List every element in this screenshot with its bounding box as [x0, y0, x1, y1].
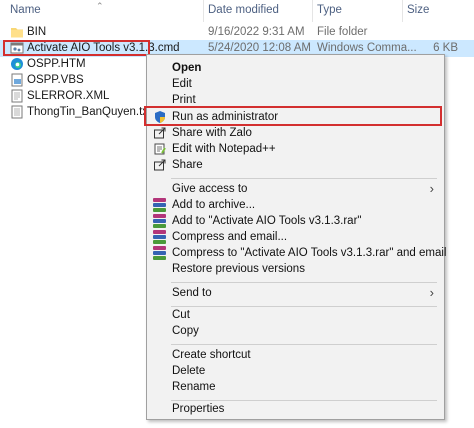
- column-divider[interactable]: [402, 0, 403, 22]
- file-name: SLERROR.XML: [27, 90, 110, 102]
- menu-item-label: Edit: [172, 78, 192, 90]
- file-name: BIN: [27, 26, 47, 38]
- notepad-plus-plus-icon: [154, 143, 166, 155]
- file-name: OSPP.HTM: [27, 58, 86, 70]
- file-date: 9/16/2022 9:31 AM: [208, 26, 305, 38]
- column-divider[interactable]: [312, 0, 313, 22]
- column-size[interactable]: Size: [407, 4, 429, 16]
- menu-item-label: Rename: [172, 381, 216, 393]
- menu-item-label: Properties: [172, 403, 225, 415]
- menu-item-label: Open: [172, 62, 202, 74]
- menu-item-label: Cut: [172, 309, 190, 321]
- column-type[interactable]: Type: [317, 4, 342, 16]
- menu-item-label: Copy: [172, 325, 199, 337]
- column-date-modified[interactable]: Date modified: [208, 4, 279, 16]
- run-as-admin-highlight-box: [144, 106, 442, 126]
- menu-item-restore-previous-versions[interactable]: Restore previous versions: [147, 259, 444, 279]
- menu-item-rename[interactable]: Rename: [147, 377, 444, 397]
- menu-item-label: Restore previous versions: [172, 263, 305, 275]
- xml-file-icon: [11, 89, 23, 103]
- menu-item-properties[interactable]: Properties: [147, 399, 444, 419]
- menu-item-label: Create shortcut: [172, 349, 251, 361]
- share-icon: [154, 159, 166, 171]
- winrar-icon: [153, 198, 166, 212]
- menu-item-label: Delete: [172, 365, 206, 377]
- menu-item-label: Edit with Notepad++: [172, 143, 276, 155]
- menu-item-label: Share with Zalo: [172, 127, 252, 139]
- file-row-bin[interactable]: BIN 9/16/2022 9:31 AM File folder: [0, 24, 474, 41]
- file-name: ThongTin_BanQuyen.txt: [27, 106, 152, 118]
- winrar-icon: [153, 230, 166, 244]
- chevron-right-icon: ›: [429, 181, 434, 196]
- text-file-icon: [11, 105, 23, 119]
- column-divider[interactable]: [203, 0, 204, 22]
- sort-up-icon[interactable]: ⌃: [96, 1, 104, 12]
- menu-item-label: Compress and email...: [172, 231, 288, 243]
- column-header: ⌃ Name Date modified Type Size: [0, 0, 474, 24]
- file-type: File folder: [317, 26, 368, 38]
- share-icon: [154, 127, 166, 139]
- winrar-icon: [153, 246, 166, 260]
- chevron-right-icon: ›: [429, 285, 434, 300]
- vbs-file-icon: [11, 73, 23, 87]
- file-date: 5/24/2020 12:08 AM: [208, 42, 311, 54]
- menu-item-send-to[interactable]: Send to ›: [147, 283, 444, 303]
- menu-item-label: Add to "Activate AIO Tools v3.1.3.rar": [172, 215, 362, 227]
- menu-item-label: Share: [172, 159, 203, 171]
- menu-item-copy[interactable]: Copy: [147, 321, 444, 341]
- menu-item-label: Add to archive...: [172, 199, 256, 211]
- edge-html-icon: [11, 58, 23, 70]
- folder-icon: [11, 28, 23, 38]
- file-size: 6 KB: [433, 42, 458, 54]
- menu-item-label: Print: [172, 94, 196, 106]
- file-name: OSPP.VBS: [27, 74, 84, 86]
- menu-item-label: Compress to "Activate AIO Tools v3.1.3.r…: [172, 247, 447, 259]
- menu-item-label: Send to: [172, 287, 212, 299]
- winrar-icon: [153, 214, 166, 228]
- file-type: Windows Comma...: [317, 42, 417, 54]
- menu-item-label: Give access to: [172, 183, 248, 195]
- file-highlight-box: [3, 40, 150, 56]
- menu-item-share[interactable]: Share: [147, 155, 444, 175]
- column-name[interactable]: Name: [10, 4, 41, 16]
